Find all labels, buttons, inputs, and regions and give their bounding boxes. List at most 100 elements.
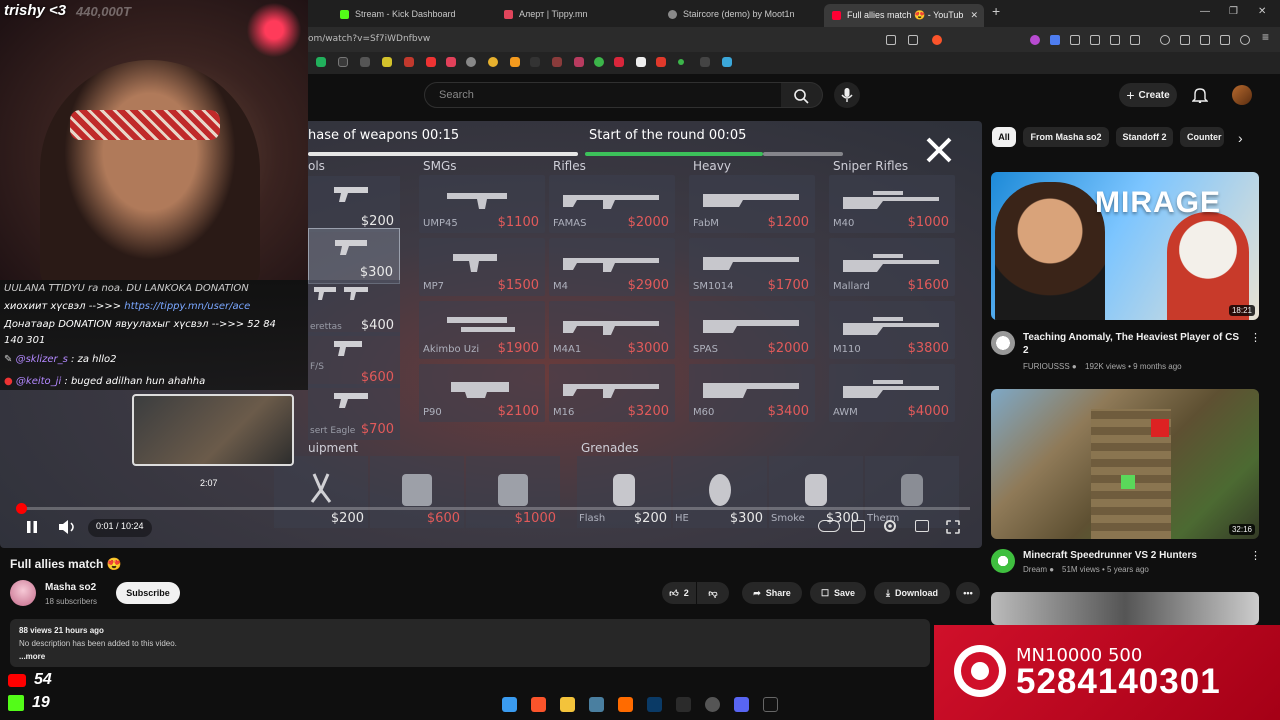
autoplay-toggle-icon[interactable] — [818, 520, 840, 532]
new-tab-icon[interactable]: + — [992, 3, 1000, 19]
video-thumbnail[interactable] — [991, 592, 1259, 625]
weapon-slot[interactable]: FabM $1200 — [689, 175, 815, 233]
app-icon[interactable] — [589, 697, 604, 712]
weapon-slot[interactable]: F/S $600 — [308, 332, 400, 388]
video-thumbnail[interactable]: 32:16 — [991, 389, 1259, 539]
search-button[interactable] — [781, 82, 823, 108]
bookmark-icon[interactable] — [338, 57, 348, 67]
weapon-slot[interactable]: M4A1 $3000 — [549, 301, 675, 359]
weapon-slot[interactable]: MP7 $1500 — [419, 238, 545, 296]
weapon-slot[interactable]: Mallard $1600 — [829, 238, 955, 296]
create-button[interactable]: + Create — [1119, 83, 1177, 107]
url-field[interactable]: om/watch?v=Sf7iWDnfbvw — [308, 34, 430, 44]
download-button[interactable]: ⤓ Download — [874, 582, 950, 604]
channel-avatar[interactable] — [991, 549, 1015, 573]
grenade-slot[interactable]: HE $300 — [673, 456, 767, 528]
weapon-slot[interactable]: Akimbo Uzi $1900 — [419, 301, 545, 359]
live-icon[interactable] — [676, 697, 691, 712]
tab-kick-dashboard[interactable]: Stream - Kick Dashboard — [332, 4, 492, 24]
like-button[interactable]: 👍︎ 2 — [662, 582, 696, 604]
pause-icon[interactable] — [22, 517, 42, 537]
close-buy-menu-icon[interactable] — [922, 133, 956, 167]
windows-start-icon[interactable] — [502, 697, 517, 712]
extension-icon[interactable] — [1070, 35, 1080, 45]
illustrator-icon[interactable] — [618, 697, 633, 712]
weapon-slot[interactable]: SPAS $2000 — [689, 301, 815, 359]
weapon-slot[interactable]: M4 $2900 — [549, 238, 675, 296]
search-input[interactable]: Search — [424, 82, 782, 108]
chip-all[interactable]: All — [992, 127, 1016, 147]
progress-bar[interactable] — [20, 507, 970, 510]
bookmark-icon[interactable] — [404, 57, 414, 67]
miniplayer-icon[interactable] — [915, 520, 929, 532]
weapon-slot[interactable]: M110 $3800 — [829, 301, 955, 359]
extension-icon[interactable] — [1030, 35, 1040, 45]
bookmark-icon[interactable] — [722, 57, 732, 67]
dislike-button[interactable]: 👎︎ — [697, 582, 729, 604]
related-video-channel[interactable]: Dream ● — [1023, 565, 1054, 574]
brave-shield-icon[interactable] — [932, 35, 942, 45]
account-avatar[interactable] — [1232, 85, 1252, 105]
related-video-title[interactable]: Minecraft Speedrunner VS 2 Hunters — [1023, 549, 1245, 562]
file-explorer-icon[interactable] — [560, 697, 575, 712]
related-video-channel[interactable]: FURIOUSSS ● — [1023, 362, 1077, 371]
weapon-slot[interactable]: UMP45 $1100 — [419, 175, 545, 233]
extension-icon[interactable] — [1090, 35, 1100, 45]
weapon-slot[interactable]: M16 $3200 — [549, 364, 675, 422]
wallet-icon[interactable] — [1200, 35, 1210, 45]
more-options-icon[interactable]: ⋮ — [1250, 331, 1261, 344]
vpn-icon[interactable] — [1240, 35, 1250, 45]
bookmark-icon[interactable] — [360, 57, 370, 67]
weapon-slot[interactable]: P90 $2100 — [419, 364, 545, 422]
notifications-bell-icon[interactable] — [1192, 87, 1208, 103]
subscribe-button[interactable]: Subscribe — [116, 582, 180, 604]
bookmark-icon[interactable] — [574, 57, 584, 67]
weapon-slot[interactable]: sert Eagle $700 — [308, 384, 400, 440]
app-icon[interactable] — [763, 697, 778, 712]
extension-icon[interactable] — [1050, 35, 1060, 45]
weapon-slot[interactable]: $200 — [308, 176, 400, 232]
tab-tippy[interactable]: Алерт | Tippy.mn — [496, 4, 656, 24]
video-thumbnail[interactable]: MIRAGE 18:21 — [991, 172, 1259, 320]
bookmark-icon[interactable] — [426, 57, 436, 67]
install-icon[interactable] — [886, 35, 896, 45]
more-options-icon[interactable]: ⋮ — [1250, 549, 1261, 562]
equipment-slot[interactable]: $200 — [274, 456, 368, 528]
related-video-title[interactable]: Teaching Anomaly, The Heaviest Player of… — [1023, 331, 1245, 357]
weapon-slot[interactable]: FAMAS $2000 — [549, 175, 675, 233]
close-tab-icon[interactable]: ✕ — [970, 10, 978, 21]
discord-icon[interactable] — [734, 697, 749, 712]
bookmark-icon[interactable] — [656, 57, 666, 67]
bookmark-icon[interactable] — [316, 57, 326, 67]
description-box[interactable]: 88 views 21 hours ago No description has… — [10, 619, 930, 667]
bookmark-icon[interactable] — [700, 57, 710, 67]
chip-from-channel[interactable]: From Masha so2 — [1023, 127, 1109, 147]
grenade-slot[interactable]: Smoke $300 — [769, 456, 863, 528]
leo-icon[interactable] — [1220, 35, 1230, 45]
chevron-right-icon[interactable]: › — [1238, 130, 1243, 146]
equipment-slot[interactable]: $600 — [370, 456, 464, 528]
equipment-slot[interactable]: $1000 — [466, 456, 560, 528]
media-icon[interactable] — [1160, 35, 1170, 45]
bookmark-icon[interactable] — [530, 57, 540, 67]
bookmark-icon[interactable] — [382, 57, 392, 67]
grenade-slot[interactable]: Flash $200 — [577, 456, 671, 528]
channel-name[interactable]: Masha so2 — [45, 582, 96, 593]
menu-icon[interactable]: ≡ — [1262, 30, 1272, 44]
bookmark-icon[interactable] — [594, 57, 604, 67]
obs-icon[interactable] — [705, 697, 720, 712]
show-more-link[interactable]: ...more — [19, 652, 45, 661]
bookmark-icon[interactable] — [678, 59, 684, 65]
chip-standoff[interactable]: Standoff 2 — [1116, 127, 1173, 147]
minimize-icon[interactable]: — — [1200, 6, 1210, 17]
chip-counter[interactable]: Counter — [1180, 127, 1224, 147]
extension-icon[interactable] — [1130, 35, 1140, 45]
voice-search-button[interactable] — [834, 82, 860, 108]
grenade-slot[interactable]: Therm — [865, 456, 959, 528]
weapon-slot[interactable]: AWM $4000 — [829, 364, 955, 422]
weapon-slot[interactable]: erettas $400 — [308, 280, 400, 336]
tab-youtube-active[interactable]: Full allies match 😍 - YouTub ✕ — [824, 4, 984, 27]
photoshop-icon[interactable] — [647, 697, 662, 712]
close-window-icon[interactable]: ✕ — [1258, 6, 1266, 17]
subtitles-icon[interactable] — [851, 520, 865, 532]
